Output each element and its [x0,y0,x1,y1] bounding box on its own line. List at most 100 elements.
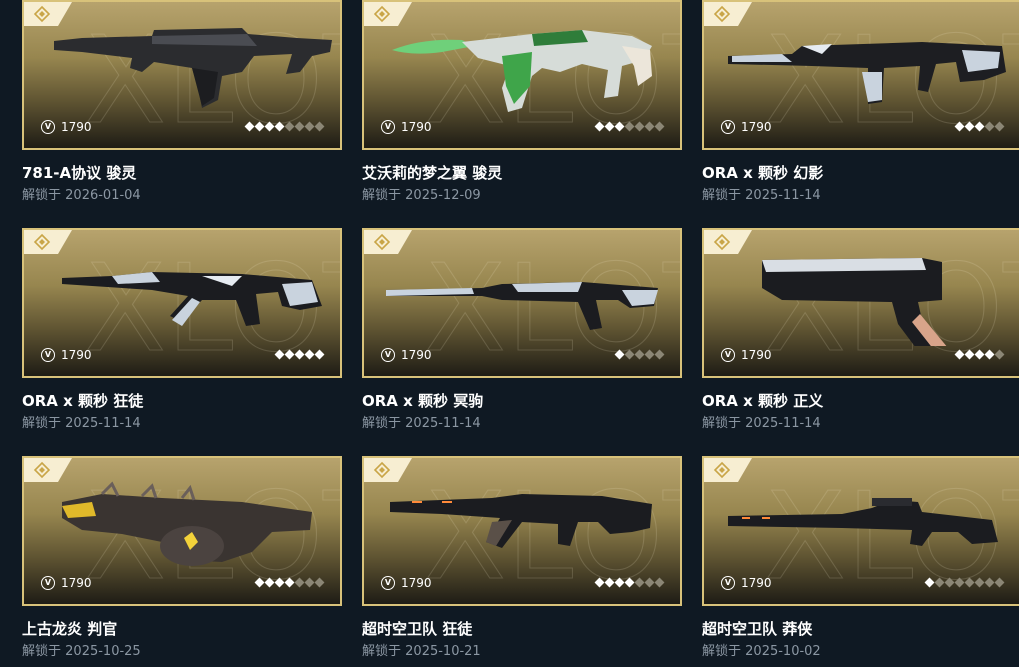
level-diamond-icon [644,121,655,132]
level-diamond-icon [594,121,605,132]
price: V 1790 [381,346,432,364]
level-diamond-icon [274,577,285,588]
upgrade-levels [924,577,1005,589]
skin-thumbnail[interactable]: XLOT V1790 [362,456,682,606]
unlock-date-value: 2025-10-21 [405,644,481,659]
skin-name: 上古龙炎 判官 [22,620,118,638]
price: V 1790 [381,574,432,592]
level-diamond-icon [974,121,985,132]
weapon-image [62,481,312,566]
unlock-label: 解锁于 [22,644,62,659]
level-diamond-icon [624,349,635,360]
level-diamond-icon [284,349,295,360]
price-value: 1790 [401,576,432,590]
level-diamond-icon [294,577,305,588]
level-diamond-icon [314,577,325,588]
level-diamond-icon [964,577,975,588]
level-diamond-icon [654,349,665,360]
skin-thumbnail[interactable]: XLOT V1790 [362,0,682,150]
unlock-date-value: 2025-11-14 [65,416,141,431]
weapon-image [762,258,947,346]
unlock-date-value: 2025-11-14 [405,416,481,431]
price-value: 1790 [741,120,772,134]
level-diamond-icon [614,349,625,360]
vp-currency-icon: V [381,120,395,134]
unlock-date: 解锁于 2026-01-04 [22,184,141,203]
skin-thumbnail[interactable]: XLOT V1790 [702,456,1019,606]
unlock-date: 解锁于 2025-11-14 [22,412,141,431]
skin-thumbnail[interactable]: XLOT V1790 [22,456,342,606]
level-diamond-icon [644,349,655,360]
price-value: 1790 [61,576,92,590]
unlock-date-value: 2025-10-25 [65,644,141,659]
price: V 1790 [381,118,432,136]
level-diamond-icon [984,577,995,588]
skin-thumbnail[interactable]: XLOT V1790 [702,0,1019,150]
level-diamond-icon [924,577,935,588]
skin-thumbnail[interactable]: XLOT V1790 [702,228,1019,378]
level-diamond-icon [654,121,665,132]
level-diamond-icon [624,121,635,132]
weapon-image [728,42,1006,104]
unlock-date: 解锁于 2025-10-02 [702,640,821,659]
price-value: 1790 [741,348,772,362]
unlock-date: 解锁于 2025-12-09 [362,184,481,203]
price-value: 1790 [61,120,92,134]
level-diamond-icon [264,577,275,588]
level-diamond-icon [254,577,265,588]
vp-currency-icon: V [721,576,735,590]
upgrade-levels [244,121,325,133]
level-diamond-icon [654,577,665,588]
unlock-label: 解锁于 [22,188,62,203]
weapon-image [386,282,658,330]
skin-name: 781-A协议 骏灵 [22,164,137,182]
level-diamond-icon [954,349,965,360]
price: V 1790 [721,346,772,364]
price-value: 1790 [401,348,432,362]
upgrade-levels [594,121,665,133]
unlock-date: 解锁于 2025-10-25 [22,640,141,659]
level-diamond-icon [284,121,295,132]
upgrade-levels [274,349,325,361]
level-diamond-icon [314,349,325,360]
level-diamond-icon [954,121,965,132]
level-diamond-icon [984,121,995,132]
price: V 1790 [41,574,92,592]
price-value: 1790 [61,348,92,362]
level-diamond-icon [594,577,605,588]
unlock-date: 解锁于 2025-10-21 [362,640,481,659]
price-value: 1790 [401,120,432,134]
unlock-date: 解锁于 2025-11-14 [702,184,821,203]
level-diamond-icon [934,577,945,588]
level-diamond-icon [604,577,615,588]
unlock-label: 解锁于 [362,644,402,659]
unlock-date: 解锁于 2025-11-14 [362,412,481,431]
level-diamond-icon [304,121,315,132]
level-diamond-icon [644,577,655,588]
vp-currency-icon: V [41,120,55,134]
unlock-date-value: 2025-11-14 [745,188,821,203]
level-diamond-icon [984,349,995,360]
skin-name: ORA x 颗秒 冥驹 [362,392,484,410]
unlock-date-value: 2025-10-02 [745,644,821,659]
skin-name: 超时空卫队 狂徒 [362,620,473,638]
skin-thumbnail[interactable]: XLOT V1790 [362,228,682,378]
skin-thumbnail[interactable]: XLOT V1790 [22,228,342,378]
level-diamond-icon [994,349,1005,360]
level-diamond-icon [964,349,975,360]
unlock-label: 解锁于 [362,416,402,431]
level-diamond-icon [604,121,615,132]
level-diamond-icon [634,121,645,132]
level-diamond-icon [304,349,315,360]
vp-currency-icon: V [381,348,395,362]
level-diamond-icon [274,121,285,132]
price-value: 1790 [741,576,772,590]
level-diamond-icon [634,349,645,360]
skin-thumbnail[interactable]: XLOT V1790 [22,0,342,150]
level-diamond-icon [974,577,985,588]
level-diamond-icon [304,577,315,588]
level-diamond-icon [634,577,645,588]
weapon-image [54,28,332,108]
unlock-date-value: 2025-11-14 [745,416,821,431]
upgrade-levels [954,349,1005,361]
